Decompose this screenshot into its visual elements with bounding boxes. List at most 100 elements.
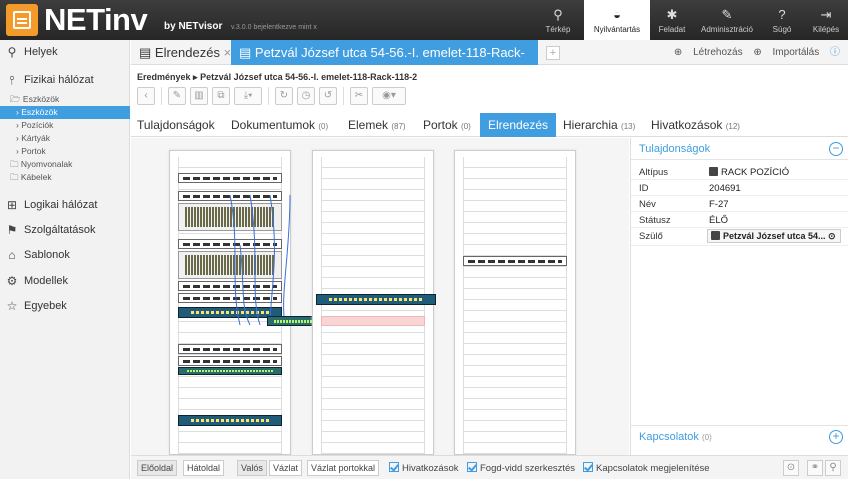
back-side-button[interactable]: Hátoldal: [183, 460, 225, 476]
pin-button[interactable]: ✂: [350, 87, 368, 105]
front-button[interactable]: Előoldal: [137, 460, 178, 476]
sidebar-sub-poziciok[interactable]: › Pozíciók: [0, 119, 130, 132]
nav-sugo[interactable]: ? Súgó: [760, 0, 804, 40]
app-logo-icon: [6, 4, 38, 36]
help-icon[interactable]: ⓘ: [830, 47, 840, 58]
network-switch[interactable]: [316, 294, 436, 305]
import-button[interactable]: ⊕ Importálás: [753, 47, 819, 58]
sidebar-item-sablonok[interactable]: ⌂ Sablonok: [0, 245, 130, 265]
sidebar-sub-kartyak[interactable]: › Kártyák: [0, 132, 130, 145]
logout-icon: ⇥: [820, 7, 832, 22]
bottom-bar: Előoldal Hátoldal Valós Vázlat Vázlat po…: [131, 455, 848, 479]
checkbox-fogd-vidd[interactable]: Fogd-vidd szerkesztés: [467, 462, 575, 476]
patch-panel[interactable]: [178, 173, 282, 183]
back-button[interactable]: ‹: [137, 87, 155, 105]
sidebar-item-fizikai-halozat[interactable]: ⫯ Fizikai hálózat: [0, 70, 130, 90]
top-bar: NETinv by NETvisor v.3.0.0 bejelentkezve…: [0, 0, 848, 40]
tab-dokumentumok[interactable]: Dokumentumok (0): [231, 113, 328, 137]
unlink-icon[interactable]: ⚲: [825, 460, 841, 476]
patch-panel[interactable]: [463, 256, 567, 266]
real-button[interactable]: Valós: [237, 460, 267, 476]
sidebar-sub-nyomvonalak[interactable]: 🗀 Nyomvonalak: [0, 158, 130, 171]
refresh-button[interactable]: ↻: [275, 87, 293, 105]
copy-button[interactable]: ⧉: [212, 87, 230, 105]
sidebar-sub-kabelek[interactable]: 🗀 Kábelek: [0, 171, 130, 184]
rack-2[interactable]: [312, 150, 436, 455]
patch-panel[interactable]: [178, 356, 282, 366]
rack-canvas[interactable]: [131, 138, 629, 455]
checkbox-kapcsolatok[interactable]: Kapcsolatok megjelenítése: [583, 462, 710, 476]
sidebar-item-egyebek[interactable]: ☆ Egyebek: [0, 296, 130, 316]
settings-icon[interactable]: ⊙: [783, 460, 799, 476]
rack-3[interactable]: [454, 150, 576, 455]
undo-button[interactable]: ↺: [319, 87, 337, 105]
add-tab-button[interactable]: +: [546, 46, 560, 60]
patch-panel[interactable]: [178, 344, 282, 354]
checkbox-icon: [583, 462, 593, 472]
sidebar-sub-eszkozok[interactable]: › Eszközök: [0, 106, 130, 119]
location-pin-icon: ⚲: [7, 45, 17, 59]
prop-row-statusz: Státusz ÉLŐ: [631, 212, 848, 228]
tab-tulajdonsagok[interactable]: Tulajdonságok: [137, 113, 215, 137]
network-switch[interactable]: [178, 367, 282, 375]
sketch-button[interactable]: Vázlat: [269, 460, 303, 476]
properties-title: Tulajdonságok: [639, 143, 711, 155]
sidebar-sub-eszkozok-folder[interactable]: 🗁 Eszközök: [0, 93, 130, 106]
sketch-ports-button[interactable]: Vázlat portokkal: [307, 460, 380, 476]
expand-icon[interactable]: +: [829, 430, 843, 444]
tab-elemek[interactable]: Elemek (87): [348, 113, 406, 137]
tab-hivatkozasok[interactable]: Hivatkozások (12): [651, 113, 740, 137]
app-version: v.3.0.0 bejelentkezve mint x: [231, 24, 317, 31]
sidebar-item-helyek[interactable]: ⚲ Helyek: [0, 42, 130, 62]
connections-title: Kapcsolatok (0): [639, 431, 712, 443]
rack-icon: [709, 167, 718, 176]
link-icon[interactable]: ⚭: [807, 460, 823, 476]
prop-row-szulo: Szülő Petzvál József utca 54... ⊙: [631, 228, 848, 246]
collapse-icon[interactable]: −: [829, 142, 843, 156]
tab-elrendezes-active[interactable]: Elrendezés: [480, 113, 557, 137]
tab-rack[interactable]: ▤ Petzvál József utca 54-56.-I. emelet-1…: [231, 40, 538, 85]
delete-button[interactable]: ▥: [190, 87, 208, 105]
app-logo: NETinv: [44, 2, 148, 37]
breadcrumb-root[interactable]: Eredmények: [137, 72, 191, 82]
sidebar-item-logikai-halozat[interactable]: ⊞ Logikai hálózat: [0, 195, 130, 215]
sidebar-sub-portok[interactable]: › Portok: [0, 145, 130, 158]
nav-nyilvantartas[interactable]: ◒ Nyilvántartás: [584, 0, 650, 40]
parent-link[interactable]: Petzvál József utca 54... ⊙: [707, 229, 841, 243]
nav-feladat[interactable]: ✱ Feladat: [650, 0, 694, 40]
export-button[interactable]: ⤓▾: [234, 87, 262, 105]
checkbox-hivatkozasok[interactable]: Hivatkozások: [389, 462, 459, 476]
toolbar: ‹ ✎ ▥ ⧉ ⤓▾ ↻ ◷ ↺ ✂ ◉▾: [137, 87, 406, 107]
connections-section[interactable]: Kapcsolatok (0) +: [631, 425, 848, 447]
sidebar-item-szolgaltatasok[interactable]: ⚑ Szolgáltatások: [0, 220, 130, 240]
logical-network-icon: ⊞: [6, 198, 18, 212]
checkbox-icon: [467, 462, 477, 472]
highlighted-slot[interactable]: [321, 316, 425, 326]
nav-kilepes[interactable]: ⇥ Kilépés: [804, 0, 848, 40]
nav-adminisztracio[interactable]: ✎ Adminisztráció: [694, 0, 760, 40]
tab-portok[interactable]: Portok (0): [423, 113, 471, 137]
view-button[interactable]: ◉▾: [372, 87, 406, 105]
prop-row-nev: Név F-27: [631, 196, 848, 212]
map-pin-icon: ⚲: [553, 7, 563, 22]
top-nav: ⚲ Térkép ◒ Nyilvántartás ✱ Feladat ✎ Adminis…: [532, 0, 848, 40]
sub-tabs: Tulajdonságok Dokumentumok (0) Elemek (8…: [131, 113, 848, 137]
wrench-icon: ✎: [721, 7, 733, 22]
network-switch[interactable]: [178, 415, 282, 426]
app-by: by NETvisor: [164, 21, 223, 32]
history-button[interactable]: ◷: [297, 87, 315, 105]
nav-terkep[interactable]: ⚲ Térkép: [532, 0, 584, 40]
rack-1[interactable]: [169, 150, 291, 455]
help-icon: ?: [778, 7, 786, 22]
tab-elrendezes[interactable]: ▤ Elrendezés ×: [131, 40, 239, 65]
models-icon: ⚙: [6, 274, 18, 288]
templates-icon: ⌂: [8, 248, 16, 262]
tab-hierarchia[interactable]: Hierarchia (13): [563, 113, 635, 137]
edit-button[interactable]: ✎: [168, 87, 186, 105]
sidebar: ⚲ Helyek ⫯ Fizikai hálózat 🗁 Eszközök › Es…: [0, 40, 130, 479]
create-button[interactable]: ⊕ Létrehozás: [674, 47, 743, 58]
properties-panel: Tulajdonságok − Altípus RACK POZÍCIÓ ID 20…: [630, 138, 848, 455]
sidebar-item-modellek[interactable]: ⚙ Modellek: [0, 271, 130, 291]
rack-icon: [711, 231, 720, 240]
services-icon: ⚑: [6, 223, 18, 237]
